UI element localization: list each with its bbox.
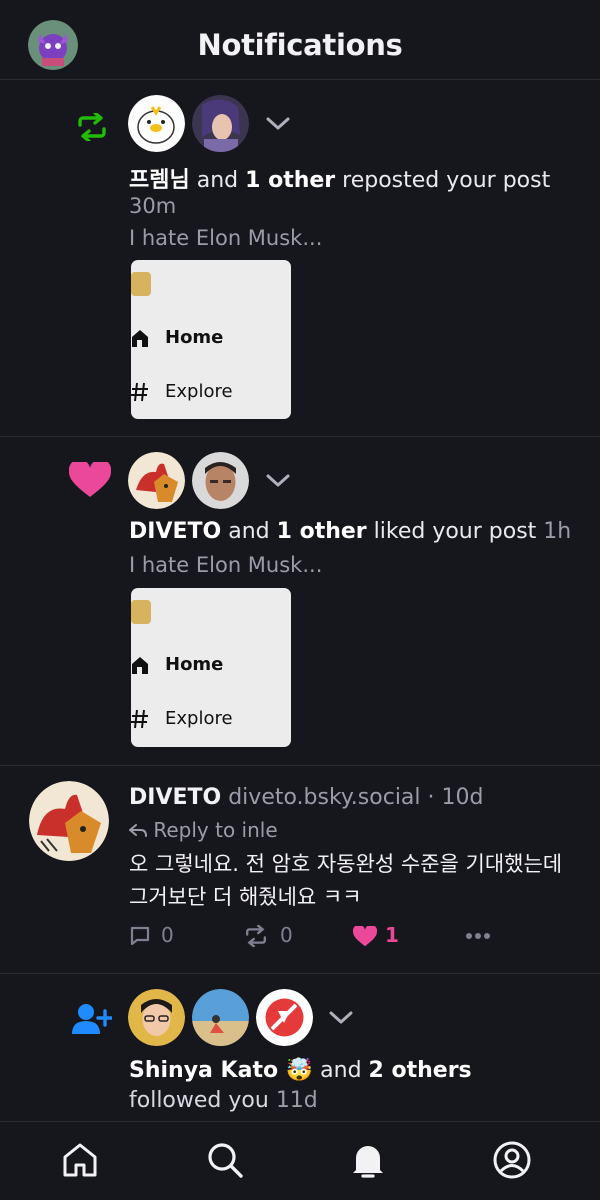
search-icon: [208, 1143, 243, 1178]
search-tab[interactable]: [205, 1140, 245, 1180]
doge-icon: [131, 600, 151, 624]
comment-icon: [130, 926, 150, 946]
page-title: Notifications: [197, 28, 403, 62]
notification-text: 프렘님 and 1 other reposted your post: [129, 168, 551, 193]
notification-like[interactable]: DIVETO and 1 other liked your post 1h I …: [0, 437, 600, 766]
profile-icon: [493, 1141, 531, 1179]
embed-item: Explore: [131, 705, 291, 735]
actor-avatar[interactable]: [128, 95, 185, 152]
timestamp: 30m: [129, 194, 177, 218]
chevron-down-icon[interactable]: [328, 1010, 354, 1026]
home-icon: [132, 657, 148, 674]
person-add-icon: [72, 1003, 114, 1039]
home-tab[interactable]: [60, 1140, 100, 1180]
embed-item: Explore: [131, 378, 291, 408]
notifications-icon: [353, 1146, 383, 1178]
post-time: 10d: [441, 785, 484, 810]
post-body: 오 그렇네요. 전 암호 자동완성 수준을 기대했는데 그거보단 더 해줬네요 …: [129, 852, 563, 909]
actor-avatar[interactable]: [192, 452, 249, 509]
hash-icon: [131, 709, 148, 729]
post-author-line: DIVETO diveto.bsky.social · 10d: [129, 785, 484, 810]
post-snippet[interactable]: I hate Elon Musk...: [129, 226, 322, 250]
home-icon: [132, 330, 148, 347]
home-icon: [63, 1143, 97, 1177]
notification-follow[interactable]: Shinya Kato 🤯 and 2 others followed you …: [0, 974, 600, 1121]
actor-avatar[interactable]: [192, 989, 249, 1046]
chevron-down-icon[interactable]: [265, 473, 291, 489]
actor-avatar[interactable]: [192, 95, 249, 152]
heart-icon: [353, 926, 377, 947]
heart-icon: [68, 459, 112, 502]
post-actions: 0 0 1: [129, 919, 589, 955]
notification-text: DIVETO and 1 other liked your post 1h: [129, 519, 572, 544]
reply-count: 0: [161, 923, 174, 947]
profile-tab[interactable]: [492, 1140, 532, 1180]
repost-count: 0: [280, 923, 293, 947]
repost-icon: [245, 925, 267, 947]
notification-repost[interactable]: 프렘님 and 1 other reposted your post 30m I…: [0, 80, 600, 437]
notification-subtext: followed you 11d: [129, 1088, 318, 1113]
actor-avatar[interactable]: [256, 989, 313, 1046]
author-name[interactable]: DIVETO: [129, 785, 221, 810]
repost-icon: [73, 111, 111, 145]
actor-avatar[interactable]: [128, 989, 185, 1046]
author-handle[interactable]: diveto.bsky.social: [228, 785, 420, 810]
reply-post[interactable]: DIVETO diveto.bsky.social · 10d Reply to…: [0, 766, 600, 974]
reply-to-label[interactable]: Reply to inle: [129, 818, 278, 842]
actor-avatar[interactable]: [128, 452, 185, 509]
notifications-tab[interactable]: [348, 1140, 388, 1180]
author-avatar[interactable]: [29, 781, 109, 861]
bottom-tab-bar: [0, 1121, 600, 1200]
like-count: 1: [385, 923, 399, 947]
doge-icon: [131, 272, 151, 296]
header-bar: Notifications: [0, 0, 600, 80]
chevron-down-icon[interactable]: [265, 116, 291, 132]
embed-item: Home: [131, 651, 291, 681]
embed-item: Home: [131, 324, 291, 354]
notification-text: Shinya Kato 🤯 and 2 others: [129, 1058, 472, 1083]
reply-arrow-icon: [129, 824, 147, 837]
more-icon: [466, 933, 490, 939]
post-snippet[interactable]: I hate Elon Musk...: [129, 553, 322, 577]
embedded-image[interactable]: Home Explore: [131, 260, 291, 419]
embedded-image[interactable]: Home Explore: [131, 588, 291, 747]
hash-icon: [131, 382, 148, 402]
